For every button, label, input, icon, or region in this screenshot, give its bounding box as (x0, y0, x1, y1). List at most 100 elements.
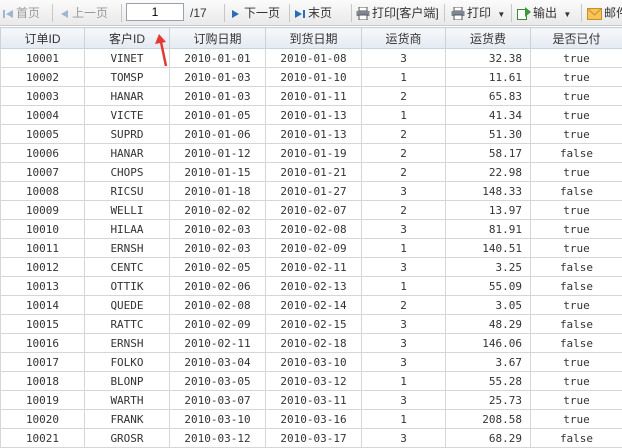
print-button[interactable]: 打印 ▼ (451, 0, 505, 26)
cell-order-id: 10005 (1, 125, 85, 144)
export-button[interactable]: 输出 ▼ (517, 0, 571, 26)
prev-page-icon (58, 8, 70, 20)
cell-freight: 58.17 (446, 144, 531, 163)
table-row[interactable]: 10014QUEDE2010-02-082010-02-1423.05true (1, 296, 622, 315)
table-row[interactable]: 10005SUPRD2010-01-062010-01-13251.30true (1, 125, 622, 144)
table-row[interactable]: 10021GROSR2010-03-122010-03-17368.29fals… (1, 429, 622, 448)
cell-order-id: 10002 (1, 68, 85, 87)
cell-arrival-date: 2010-01-13 (266, 125, 362, 144)
cell-paid: true (531, 125, 622, 144)
cell-freight: 208.58 (446, 410, 531, 429)
table-row[interactable]: 10019WARTH2010-03-072010-03-11325.73true (1, 391, 622, 410)
cell-paid: true (531, 353, 622, 372)
cell-paid: true (531, 163, 622, 182)
table-row[interactable]: 10020FRANK2010-03-102010-03-161208.58tru… (1, 410, 622, 429)
table-row[interactable]: 10011ERNSH2010-02-032010-02-091140.51tru… (1, 239, 622, 258)
cell-paid: true (531, 296, 622, 315)
column-header-freight[interactable]: 运货费 (446, 28, 531, 49)
toolbar-separator (581, 4, 582, 22)
prev-page-label: 上一页 (72, 6, 108, 20)
cell-paid: true (531, 106, 622, 125)
column-header-arrival-date[interactable]: 到货日期 (266, 28, 362, 49)
cell-freight: 148.33 (446, 182, 531, 201)
table-row[interactable]: 10006HANAR2010-01-122010-01-19258.17fals… (1, 144, 622, 163)
table-row[interactable]: 10001VINET2010-01-012010-01-08332.38true (1, 49, 622, 68)
table-row[interactable]: 10009WELLI2010-02-022010-02-07213.97true (1, 201, 622, 220)
column-header-shipper[interactable]: 运货商 (362, 28, 446, 49)
export-label: 输出 (533, 6, 557, 20)
print-client-label: 打印[客户端] (372, 6, 439, 20)
cell-freight: 65.83 (446, 87, 531, 106)
cell-freight: 3.25 (446, 258, 531, 277)
table-row[interactable]: 10016ERNSH2010-02-112010-02-183146.06fal… (1, 334, 622, 353)
cell-shipper: 1 (362, 277, 446, 296)
cell-arrival-date: 2010-01-21 (266, 163, 362, 182)
cell-order-id: 10004 (1, 106, 85, 125)
table-row[interactable]: 10012CENTC2010-02-052010-02-1133.25false (1, 258, 622, 277)
cell-customer-id: HANAR (85, 87, 170, 106)
print-label: 打印 (467, 6, 491, 20)
cell-order-date: 2010-02-06 (170, 277, 266, 296)
cell-customer-id: HANAR (85, 144, 170, 163)
table-row[interactable]: 10008RICSU2010-01-182010-01-273148.33fal… (1, 182, 622, 201)
table-row[interactable]: 10004VICTE2010-01-052010-01-13141.34true (1, 106, 622, 125)
table-row[interactable]: 10018BLONP2010-03-052010-03-12155.28true (1, 372, 622, 391)
cell-freight: 32.38 (446, 49, 531, 68)
column-header-paid[interactable]: 是否已付 (531, 28, 622, 49)
cell-shipper: 2 (362, 163, 446, 182)
table-row[interactable]: 10017FOLKO2010-03-042010-03-1033.67true (1, 353, 622, 372)
cell-order-date: 2010-03-10 (170, 410, 266, 429)
cell-paid: false (531, 182, 622, 201)
cell-shipper: 3 (362, 182, 446, 201)
print-client-button[interactable]: 打印[客户端] (356, 0, 439, 26)
column-header-order-id[interactable]: 订单ID (1, 28, 85, 49)
cell-arrival-date: 2010-03-12 (266, 372, 362, 391)
mail-button[interactable]: 邮件 (587, 0, 622, 26)
chevron-down-icon: ▼ (563, 10, 571, 19)
cell-order-id: 10012 (1, 258, 85, 277)
cell-order-date: 2010-02-08 (170, 296, 266, 315)
last-page-button[interactable]: 末页 (294, 0, 332, 26)
table-row[interactable]: 10015RATTC2010-02-092010-02-15348.29fals… (1, 315, 622, 334)
cell-shipper: 3 (362, 49, 446, 68)
table-row[interactable]: 10010HILAA2010-02-032010-02-08381.91true (1, 220, 622, 239)
next-page-button[interactable]: 下一页 (230, 0, 280, 26)
cell-freight: 22.98 (446, 163, 531, 182)
cell-order-id: 10010 (1, 220, 85, 239)
cell-freight: 48.29 (446, 315, 531, 334)
cell-order-id: 10009 (1, 201, 85, 220)
cell-arrival-date: 2010-03-17 (266, 429, 362, 448)
cell-shipper: 3 (362, 353, 446, 372)
table-row[interactable]: 10007CHOPS2010-01-152010-01-21222.98true (1, 163, 622, 182)
cell-order-date: 2010-01-12 (170, 144, 266, 163)
page-number-input[interactable] (126, 3, 184, 21)
cell-customer-id: FRANK (85, 410, 170, 429)
cell-order-id: 10017 (1, 353, 85, 372)
first-page-button[interactable]: 首页 (2, 0, 40, 26)
cell-arrival-date: 2010-02-18 (266, 334, 362, 353)
cell-freight: 55.09 (446, 277, 531, 296)
cell-shipper: 3 (362, 315, 446, 334)
table-row[interactable]: 10013OTTIK2010-02-062010-02-13155.09fals… (1, 277, 622, 296)
prev-page-button[interactable]: 上一页 (58, 0, 108, 26)
cell-paid: true (531, 49, 622, 68)
cell-shipper: 3 (362, 334, 446, 353)
cell-freight: 3.05 (446, 296, 531, 315)
cell-paid: true (531, 239, 622, 258)
export-icon (517, 7, 531, 20)
table-header-row: 订单ID 客户ID 订购日期 到货日期 运货商 运货费 是否已付 (1, 28, 622, 49)
table-row[interactable]: 10002TOMSP2010-01-032010-01-10111.61true (1, 68, 622, 87)
cell-order-id: 10015 (1, 315, 85, 334)
cell-paid: false (531, 258, 622, 277)
cell-customer-id: FOLKO (85, 353, 170, 372)
cell-arrival-date: 2010-02-13 (266, 277, 362, 296)
cell-order-date: 2010-01-15 (170, 163, 266, 182)
page-total: /17 (190, 0, 207, 26)
cell-order-id: 10013 (1, 277, 85, 296)
cell-freight: 41.34 (446, 106, 531, 125)
chevron-down-icon: ▼ (497, 10, 505, 19)
cell-order-id: 10021 (1, 429, 85, 448)
table-row[interactable]: 10003HANAR2010-01-032010-01-11265.83true (1, 87, 622, 106)
cell-shipper: 2 (362, 201, 446, 220)
cell-order-date: 2010-01-18 (170, 182, 266, 201)
